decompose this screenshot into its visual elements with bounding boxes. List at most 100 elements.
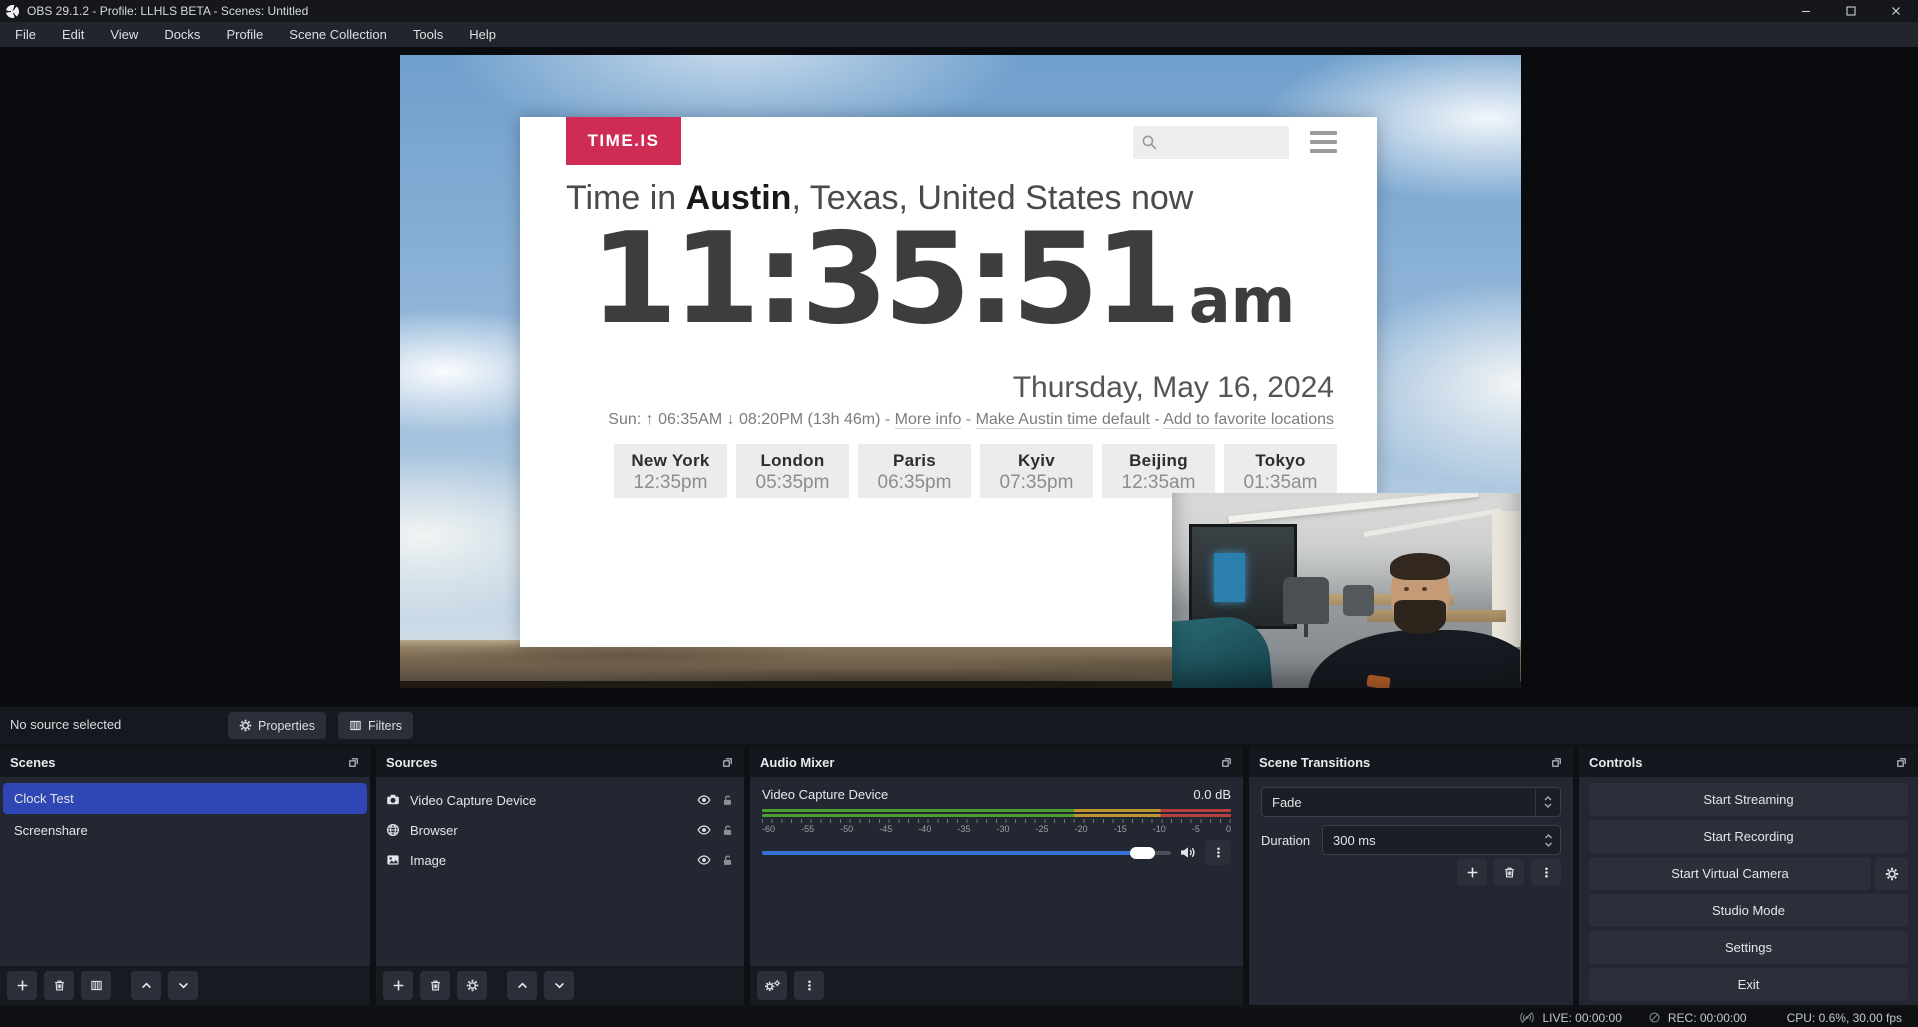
duration-value: 300 ms (1333, 833, 1376, 848)
dots-vertical-icon (1212, 846, 1225, 859)
sources-panel: Sources Video Capture Device Browser Ima… (376, 747, 744, 1005)
webcam-overlay[interactable] (1172, 493, 1520, 688)
lock-toggle[interactable] (721, 854, 734, 867)
transition-value: Fade (1272, 795, 1302, 810)
minimize-icon (1801, 6, 1811, 16)
source-row-video-capture-device[interactable]: Video Capture Device (376, 785, 744, 815)
city-time: 06:35pm (858, 472, 971, 494)
clock-time: 11:35:51 (590, 211, 1177, 347)
db-tick: -50 (840, 824, 853, 834)
remove-transition-button[interactable] (1494, 859, 1524, 886)
maximize-button[interactable] (1828, 0, 1873, 22)
channel-name: Video Capture Device (762, 787, 888, 802)
menu-help[interactable]: Help (456, 22, 509, 47)
db-tick: -40 (918, 824, 931, 834)
visibility-toggle[interactable] (697, 823, 711, 837)
live-status: LIVE: 00:00:00 (1519, 1011, 1621, 1025)
virtual-camera-row: Start Virtual Camera (1589, 857, 1908, 890)
menu-edit[interactable]: Edit (49, 22, 97, 47)
start-recording-button[interactable]: Start Recording (1589, 820, 1908, 853)
filters-label: Filters (368, 719, 402, 733)
advanced-audio-button[interactable] (757, 971, 787, 1000)
settings-button[interactable]: Settings (1589, 931, 1908, 964)
city-name: Paris (858, 451, 971, 471)
more-info-link: More info (895, 411, 962, 429)
popout-icon[interactable] (1550, 756, 1563, 769)
city-name: Beijing (1102, 451, 1215, 471)
timeis-search-box (1133, 126, 1289, 159)
remove-scene-button[interactable] (44, 971, 74, 1000)
scene-row-clock-test[interactable]: Clock Test (3, 783, 367, 814)
start-virtual-camera-button[interactable]: Start Virtual Camera (1589, 857, 1871, 890)
move-scene-up-button[interactable] (131, 971, 161, 1000)
gears-icon (764, 979, 781, 992)
popout-icon[interactable] (347, 756, 360, 769)
duration-spinbox[interactable]: 300 ms (1322, 825, 1561, 855)
db-tick: -25 (1036, 824, 1049, 834)
virtual-camera-settings-button[interactable] (1875, 857, 1908, 890)
plus-icon (392, 979, 405, 992)
lock-toggle[interactable] (721, 794, 734, 807)
move-source-up-button[interactable] (507, 971, 537, 1000)
filter-icon (349, 719, 362, 732)
menu-scene-collection[interactable]: Scene Collection (276, 22, 400, 47)
scene-row-screenshare[interactable]: Screenshare (3, 815, 367, 846)
move-source-down-button[interactable] (544, 971, 574, 1000)
lock-open-icon (721, 824, 734, 837)
city-time: 12:35am (1102, 472, 1215, 494)
duration-label: Duration (1261, 833, 1322, 848)
sources-toolbar (376, 966, 744, 1005)
transition-select[interactable]: Fade (1261, 787, 1561, 817)
move-scene-down-button[interactable] (168, 971, 198, 1000)
menu-profile[interactable]: Profile (213, 22, 276, 47)
world-clock-tokyo: Tokyo01:35am (1224, 444, 1337, 498)
transition-menu-button[interactable] (1531, 859, 1561, 886)
filters-button[interactable]: Filters (338, 712, 413, 739)
add-scene-button[interactable] (7, 971, 37, 1000)
source-properties-button[interactable] (457, 971, 487, 1000)
channel-menu-button[interactable] (1205, 840, 1231, 865)
studio-mode-button[interactable]: Studio Mode (1589, 894, 1908, 927)
preview-video[interactable]: TIME.IS Time in Austin, Texas, United St… (400, 55, 1521, 688)
title-bar: OBS 29.1.2 - Profile: LLHLS BETA - Scene… (0, 0, 1918, 22)
gear-icon (1885, 867, 1899, 881)
visibility-toggle[interactable] (697, 793, 711, 807)
add-favorite-link: Add to favorite locations (1163, 411, 1334, 429)
dots-vertical-icon (803, 979, 816, 992)
start-streaming-button[interactable]: Start Streaming (1589, 783, 1908, 816)
sources-header: Sources (376, 747, 744, 777)
exit-button[interactable]: Exit (1589, 968, 1908, 1001)
menu-file[interactable]: File (2, 22, 49, 47)
source-row-image[interactable]: Image (376, 845, 744, 875)
mixer-menu-button[interactable] (794, 971, 824, 1000)
popout-icon[interactable] (1220, 756, 1233, 769)
close-button[interactable] (1873, 0, 1918, 22)
popout-icon[interactable] (721, 756, 734, 769)
add-source-button[interactable] (383, 971, 413, 1000)
scene-filters-button[interactable] (81, 971, 111, 1000)
remove-source-button[interactable] (420, 971, 450, 1000)
world-clock-paris: Paris06:35pm (858, 444, 971, 498)
menu-view[interactable]: View (97, 22, 151, 47)
menu-tools[interactable]: Tools (400, 22, 456, 47)
dots-vertical-icon (1540, 866, 1553, 879)
properties-label: Properties (258, 719, 315, 733)
mute-toggle[interactable] (1179, 845, 1197, 860)
popout-icon[interactable] (1895, 756, 1908, 769)
add-transition-button[interactable] (1457, 859, 1487, 886)
source-row-browser[interactable]: Browser (376, 815, 744, 845)
spinner-arrows-icon[interactable] (1544, 834, 1553, 847)
slider-handle[interactable] (1130, 847, 1155, 859)
vignette (1172, 493, 1520, 688)
image-icon (386, 853, 400, 867)
separator: - (1150, 411, 1163, 428)
world-clock-kyiv: Kyiv07:35pm (980, 444, 1093, 498)
separator: - (961, 411, 975, 428)
globe-icon (386, 823, 400, 837)
volume-slider[interactable] (762, 846, 1171, 860)
properties-button[interactable]: Properties (228, 712, 326, 739)
visibility-toggle[interactable] (697, 853, 711, 867)
lock-toggle[interactable] (721, 824, 734, 837)
minimize-button[interactable] (1783, 0, 1828, 22)
menu-docks[interactable]: Docks (151, 22, 213, 47)
